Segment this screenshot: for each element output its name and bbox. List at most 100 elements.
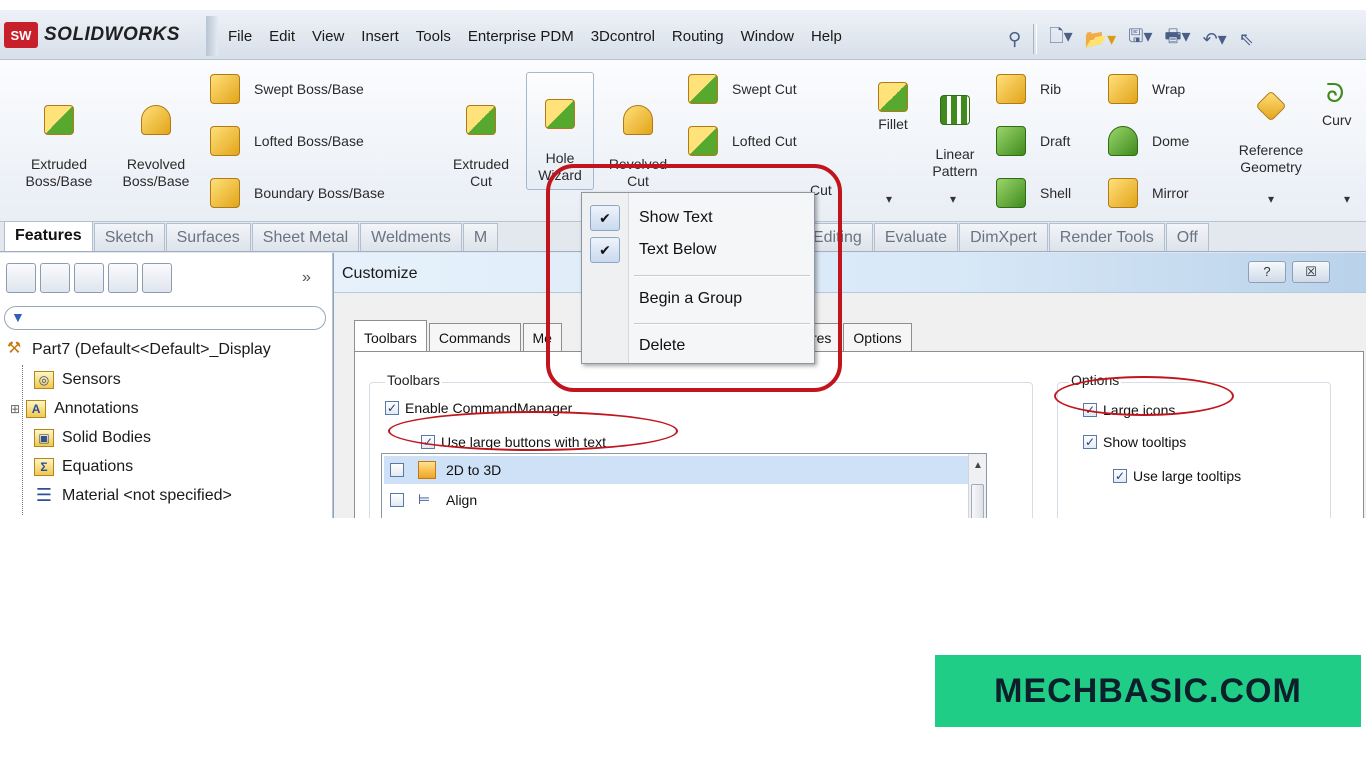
tree-item-sensors[interactable]: ◎ Sensors xyxy=(34,371,121,389)
shell-button[interactable]: Shell xyxy=(996,178,1071,208)
scroll-thumb[interactable] xyxy=(971,484,984,518)
tab-evaluate[interactable]: Evaluate xyxy=(873,223,959,251)
draft-button[interactable]: Draft xyxy=(996,126,1070,156)
fillet-dropdown-icon[interactable]: ▾ xyxy=(886,192,892,206)
lofted-boss-button[interactable]: Lofted Boss/Base xyxy=(210,126,364,156)
pattern-dropdown-icon[interactable]: ▾ xyxy=(950,192,956,206)
scroll-up-icon[interactable]: ▲ xyxy=(973,460,983,471)
tab-toolbars[interactable]: Toolbars xyxy=(354,320,427,351)
menu-insert[interactable]: Insert xyxy=(361,28,399,45)
curves-dropdown-icon[interactable]: ▾ xyxy=(1344,192,1350,206)
curves-button[interactable]: ᘐ Curv xyxy=(1322,78,1366,129)
tree-item-label: Solid Bodies xyxy=(62,429,151,446)
tab-mold-tools[interactable]: M xyxy=(462,223,499,251)
tab-options[interactable]: Options xyxy=(843,323,912,351)
tree-toolbar xyxy=(6,263,172,293)
swept-cut-button[interactable]: Swept Cut xyxy=(688,74,797,104)
property-manager-tab-icon[interactable] xyxy=(40,263,70,293)
list-checkbox[interactable] xyxy=(390,463,404,477)
solid-bodies-icon: ▣ xyxy=(34,429,54,447)
lofted-cut-button[interactable]: Lofted Cut xyxy=(688,126,797,156)
tab-commands[interactable]: Commands xyxy=(428,323,521,351)
close-button[interactable]: ☒ xyxy=(1292,261,1330,283)
boundary-boss-button[interactable]: Boundary Boss/Base xyxy=(210,178,385,208)
tab-render-tools[interactable]: Render Tools xyxy=(1048,223,1165,251)
menu-enterprise-pdm[interactable]: Enterprise PDM xyxy=(468,28,574,45)
draft-label: Draft xyxy=(1040,133,1071,149)
new-document-icon[interactable]: 🗋▾ xyxy=(1049,24,1073,54)
quick-access-toolbar: ⚲ 🗋▾ 📂▾ 🖫▾ 🖶▾ ↶▾ ⇖ xyxy=(1008,24,1254,54)
tab-weldments[interactable]: Weldments xyxy=(360,223,462,251)
lofted-boss-label: Lofted Boss/Base xyxy=(254,133,364,149)
expand-plus-icon[interactable]: ⊞ xyxy=(10,402,20,416)
dialog-title: Customize xyxy=(342,265,418,282)
title-bar: SW SOLIDWORKS File Edit View Insert Tool… xyxy=(0,10,1366,60)
dome-icon xyxy=(1108,126,1138,156)
list-scrollbar[interactable]: ▲ xyxy=(968,454,986,518)
list-item[interactable]: ⊨ Align xyxy=(384,486,984,514)
tab-features[interactable]: Features xyxy=(4,221,93,251)
display-manager-tab-icon[interactable] xyxy=(142,263,172,293)
large-tooltips-checkbox[interactable]: ✓ Use large tooltips xyxy=(1113,468,1241,484)
open-icon[interactable]: 📂▾ xyxy=(1085,29,1116,50)
swept-boss-label: Swept Boss/Base xyxy=(254,81,364,97)
rib-icon xyxy=(996,74,1026,104)
dialog-title-bar: Customize ? ☒ xyxy=(334,253,1366,293)
tab-office[interactable]: Off xyxy=(1165,223,1209,251)
menu-3dcontrol[interactable]: 3Dcontrol xyxy=(591,28,655,45)
menu-tools[interactable]: Tools xyxy=(416,28,451,45)
tree-filter-input[interactable]: ▼ xyxy=(4,306,326,330)
tree-item-label: Annotations xyxy=(54,400,139,417)
menu-file[interactable]: File xyxy=(228,28,252,45)
save-icon[interactable]: 🖫▾ xyxy=(1128,24,1152,54)
wrap-button[interactable]: Wrap xyxy=(1108,74,1185,104)
tree-item-solid-bodies[interactable]: ▣ Solid Bodies xyxy=(34,429,151,447)
expand-panel-icon[interactable]: » xyxy=(302,269,311,287)
menu-help[interactable]: Help xyxy=(811,28,842,45)
tree-part-root[interactable]: ⚒ Part7 (Default<<Default>_Display xyxy=(4,341,271,359)
tab-sketch[interactable]: Sketch xyxy=(93,223,165,251)
linear-pattern-button[interactable]: Linear Pattern xyxy=(920,78,990,180)
tree-item-annotations[interactable]: ⊞ A Annotations xyxy=(10,400,139,418)
dome-label: Dome xyxy=(1152,133,1190,149)
tab-dimxpert[interactable]: DimXpert xyxy=(959,223,1048,251)
feature-manager-tab-icon[interactable] xyxy=(6,263,36,293)
pin-icon[interactable]: ⚲ xyxy=(1008,29,1021,50)
extruded-boss-button[interactable]: Extruded Boss/Base xyxy=(20,88,98,190)
select-icon[interactable]: ⇖ xyxy=(1239,29,1254,50)
menu-edit[interactable]: Edit xyxy=(269,28,295,45)
list-checkbox[interactable] xyxy=(390,493,404,507)
mirror-button[interactable]: Mirror xyxy=(1108,178,1189,208)
qa-separator xyxy=(1033,24,1038,54)
menu-routing[interactable]: Routing xyxy=(672,28,724,45)
fillet-button[interactable]: Fillet xyxy=(868,82,918,133)
tab-surfaces[interactable]: Surfaces xyxy=(165,223,251,251)
tab-sheet-metal[interactable]: Sheet Metal xyxy=(251,223,360,251)
help-button[interactable]: ? xyxy=(1248,261,1286,283)
dome-button[interactable]: Dome xyxy=(1108,126,1189,156)
site-watermark: MECHBASIC.COM xyxy=(935,655,1361,727)
list-item[interactable]: 2D to 3D xyxy=(384,456,984,484)
tree-item-equations[interactable]: Σ Equations xyxy=(34,458,133,476)
rib-label: Rib xyxy=(1040,81,1062,97)
dimxpert-manager-tab-icon[interactable] xyxy=(108,263,138,293)
toolbar-list[interactable]: 2D to 3D ⊨ Align ▲ xyxy=(381,453,987,518)
menu-window[interactable]: Window xyxy=(741,28,794,45)
extruded-cut-icon xyxy=(466,105,496,135)
print-icon[interactable]: 🖶▾ xyxy=(1165,24,1191,54)
extruded-cut-button[interactable]: Extruded Cut xyxy=(442,88,520,190)
solidworks-logo[interactable]: SW SOLIDWORKS xyxy=(4,22,180,48)
menu-view[interactable]: View xyxy=(312,28,344,45)
wrap-label: Wrap xyxy=(1152,81,1186,97)
configuration-manager-tab-icon[interactable] xyxy=(74,263,104,293)
rib-button[interactable]: Rib xyxy=(996,74,1061,104)
undo-icon[interactable]: ↶▾ xyxy=(1203,29,1227,50)
show-tooltips-checkbox[interactable]: ✓ Show tooltips xyxy=(1083,434,1186,450)
tree-item-material[interactable]: ☰ Material <not specified> xyxy=(34,486,232,505)
reference-geometry-dropdown-icon[interactable]: ▾ xyxy=(1268,192,1274,206)
swept-boss-button[interactable]: Swept Boss/Base xyxy=(210,74,364,104)
reference-geometry-button[interactable]: Reference Geometry xyxy=(1226,78,1316,176)
2d-to-3d-icon xyxy=(418,461,436,479)
checkbox-checked: ✓ xyxy=(1113,469,1127,483)
revolved-boss-button[interactable]: Revolved Boss/Base xyxy=(114,88,198,190)
